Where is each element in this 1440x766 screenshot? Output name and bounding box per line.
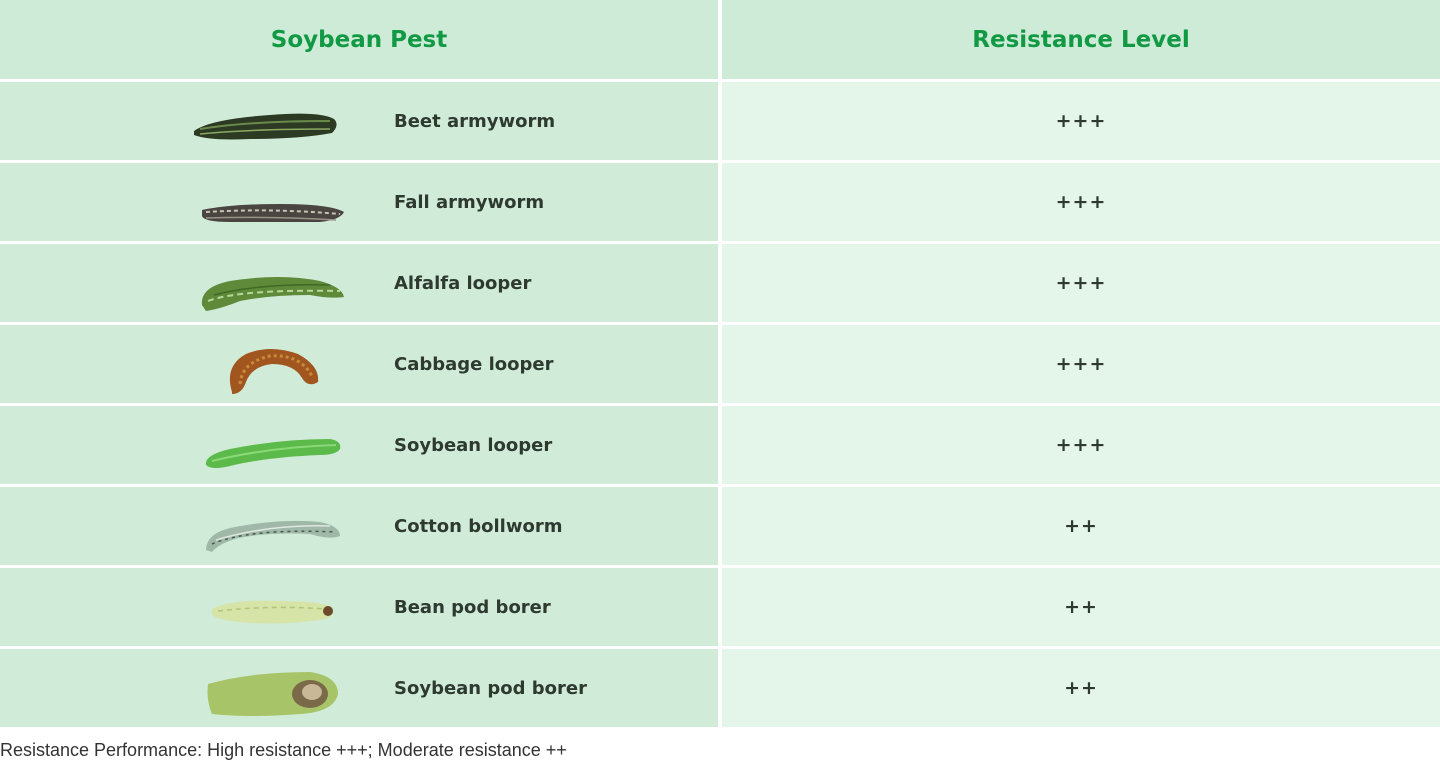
pest-cell: Cotton bollworm [0,487,718,565]
resistance-value: +++ [722,163,1440,241]
pest-name: Bean pod borer [394,596,551,618]
resistance-value: +++ [722,406,1440,484]
pest-cell: Cabbage looper [0,325,718,403]
table-row: Cotton bollworm ++ [0,487,1440,565]
pest-name: Soybean looper [394,434,553,456]
table-row: Alfalfa looper +++ [0,244,1440,322]
pest-cell: Soybean pod borer [0,649,718,727]
resistance-table: Soybean Pest Resistance Level Beet armyw… [0,0,1440,728]
fall-armyworm-image [202,204,344,222]
pest-name: Cabbage looper [394,353,554,375]
pest-cell: Bean pod borer [0,568,718,646]
resistance-value: ++ [722,649,1440,727]
beet-armyworm-image [194,113,337,140]
cotton-bollworm-image [206,520,340,552]
pest-name: Cotton bollworm [394,515,563,537]
header-resistance-level: Resistance Level [722,0,1440,79]
resistance-legend-note: Resistance Performance: High resistance … [0,740,567,760]
table-row: Fall armyworm +++ [0,163,1440,241]
resistance-value: +++ [722,325,1440,403]
pest-cell: Beet armyworm [0,82,718,160]
header-soybean-pest: Soybean Pest [0,0,718,79]
table-row: Cabbage looper +++ [0,325,1440,403]
resistance-value: +++ [722,244,1440,322]
pest-name: Alfalfa looper [394,272,532,294]
pest-name: Soybean pod borer [394,677,587,699]
pest-name: Fall armyworm [394,191,545,213]
soybean-looper-image [205,439,341,468]
soybean-pod-borer-image [207,672,338,716]
pest-name: Beet armyworm [394,110,556,132]
table-header: Soybean Pest Resistance Level [0,0,1440,79]
resistance-value: ++ [722,487,1440,565]
pest-cell: Alfalfa looper [0,244,718,322]
pest-cell: Fall armyworm [0,163,718,241]
table-row: Soybean looper +++ [0,406,1440,484]
bean-pod-borer-image [212,600,334,624]
alfalfa-looper-image [201,277,344,311]
cabbage-looper-image [229,349,319,394]
table-row: Beet armyworm +++ [0,82,1440,160]
pest-cell: Soybean looper [0,406,718,484]
resistance-value: ++ [722,568,1440,646]
table-row: Soybean pod borer ++ [0,649,1440,727]
table-row: Bean pod borer ++ [0,568,1440,646]
resistance-value: +++ [722,82,1440,160]
